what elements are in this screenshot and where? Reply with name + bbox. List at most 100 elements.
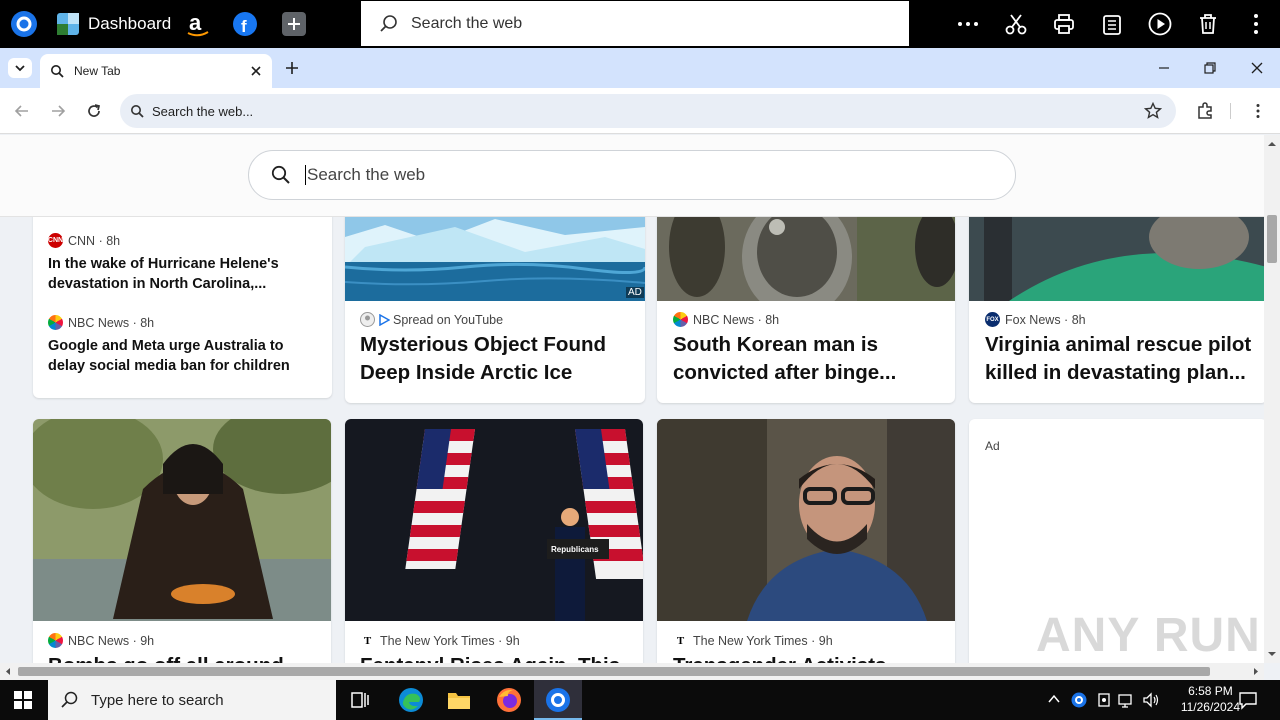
news-card-korea[interactable]: NBC News · 8h South Korean man is convic… [657,217,955,403]
plus-icon [286,62,298,74]
play-triangle-icon [379,313,390,326]
tab-title: New Tab [74,64,121,78]
taskbar-active-app[interactable] [534,680,582,720]
tab-new-tab[interactable]: New Tab [40,54,272,88]
svg-text:f: f [241,17,247,36]
print-icon[interactable] [1052,12,1076,36]
close-window-button[interactable] [1247,58,1267,78]
app-icon[interactable] [10,8,38,40]
source-line: NBC News · 8h [673,312,945,327]
search-icon [380,14,397,32]
headline: Bombs go off all around [48,652,318,663]
tab-search-button[interactable] [8,58,32,78]
scroll-down-icon[interactable] [1264,649,1280,659]
headline: Fentanyl Rises Again. This [360,652,632,663]
separator-dot: · [129,633,141,648]
tray-volume-icon[interactable] [1142,692,1160,713]
horizontal-scroll-thumb[interactable] [18,667,1210,676]
nyt-logo-icon: T [360,633,375,648]
play-icon[interactable] [1148,12,1172,36]
browser-menu-button[interactable] [1247,100,1269,122]
minimize-button[interactable] [1154,58,1174,78]
amazon-icon[interactable]: a [186,8,210,40]
source-line: T The New York Times · 9h [673,633,945,648]
arctic-ice-image [345,217,645,301]
vertical-scrollbar[interactable] [1264,135,1280,663]
fox-news-logo-icon: FOX [985,312,1000,327]
dashboard-button[interactable]: Dashboard [56,8,171,40]
soldiers-image [657,217,955,301]
separator-dot: · [95,233,107,248]
scroll-up-icon[interactable] [1264,139,1280,149]
news-card-fentanyl[interactable]: Republicans T The New York Times · 9h Fe… [345,419,643,663]
trash-icon[interactable] [1196,12,1220,36]
page-search-placeholder: Search the web [305,165,426,185]
clipboard-icon[interactable] [1100,12,1124,36]
reload-button[interactable] [83,100,105,122]
windows-taskbar: Type here to search 6:58 PM 11/26/2024 [0,680,1280,720]
source-name: The New York Times [693,633,808,648]
sponsor-avatar-icon [360,312,375,327]
card-body: NBC News · 8h South Korean man is convic… [673,312,945,387]
more-icon[interactable] [956,12,980,36]
nbc-peacock-icon [48,633,63,648]
news-card-transgender[interactable]: T The New York Times · 9h Transgender Ac… [657,419,955,663]
back-button[interactable] [11,100,33,122]
source-name: NBC News [693,312,755,327]
clock[interactable]: 6:58 PM 11/26/2024 [1181,683,1240,715]
file-explorer-icon[interactable] [447,688,471,717]
horizontal-scrollbar[interactable] [0,663,1264,680]
extensions-button[interactable] [1194,100,1216,122]
ad-badge: AD [626,287,644,298]
task-view-icon[interactable] [350,690,370,715]
card-body: T The New York Times · 9h Fentanyl Rises… [360,633,632,663]
source-line: NBC News · 8h [48,315,318,330]
restore-button[interactable] [1200,58,1220,78]
notification-center-icon[interactable] [1238,690,1258,715]
forward-button[interactable] [47,100,69,122]
vertical-scroll-thumb[interactable] [1267,215,1277,263]
navigation-bar: Search the web... [0,88,1280,134]
news-card-arctic[interactable]: AD Spread on YouTube Mysterious Object F… [345,217,645,403]
new-tab-button[interactable] [282,58,302,78]
bookmark-star-icon[interactable] [1144,102,1162,120]
news-item-nbc[interactable]: NBC News · 8h Google and Meta urge Austr… [48,315,318,376]
tray-app-icon[interactable] [1071,692,1087,713]
ad-label: Ad [985,439,1000,453]
speaker-flags-image: Republicans [345,419,643,621]
tray-chevron-up-icon[interactable] [1047,692,1061,711]
address-bar[interactable]: Search the web... [120,94,1176,128]
man-portrait-image [657,419,955,621]
taskbar-search-box[interactable]: Type here to search [48,680,336,720]
toolbar-divider [1230,103,1231,119]
kebab-menu-icon [1256,104,1260,118]
scroll-right-icon[interactable] [1251,663,1261,680]
news-card-virginia[interactable]: FOX Fox News · 8h Virginia animal rescue… [969,217,1264,403]
launcher-search-input[interactable]: Search the web [360,0,910,47]
clock-date: 11/26/2024 [1180,700,1240,714]
start-button[interactable] [14,691,32,709]
edge-icon[interactable] [398,687,424,718]
separator-dot: · [494,633,506,648]
headline: Virginia animal rescue pilot killed in d… [985,333,1252,384]
scroll-left-icon[interactable] [3,663,13,680]
tab-strip: New Tab [0,48,1280,88]
cut-icon[interactable] [1004,12,1028,36]
arrow-right-icon [52,105,66,117]
tray-network-icon[interactable] [1118,692,1136,713]
page-search-input[interactable]: Search the web [248,150,1016,200]
menu-icon[interactable] [1244,12,1268,36]
headline: In the wake of Hurricane Helene's devast… [48,256,279,292]
news-card-bombs[interactable]: NBC News · 9h Bombs go off all around [33,419,331,663]
separator-dot: · [1060,312,1072,327]
news-item-cnn[interactable]: CNN CNN · 8h In the wake of Hurricane He… [48,233,318,294]
nbc-peacock-icon [48,315,63,330]
add-shortcut-button[interactable] [282,8,306,40]
watermark-logo: ANY RUN [1036,609,1261,662]
firefox-icon[interactable] [496,687,522,718]
facebook-icon[interactable]: f [233,8,257,40]
source-line: T The New York Times · 9h [360,633,632,648]
tray-network-activity-icon[interactable] [1096,692,1112,713]
close-tab-icon[interactable] [250,65,262,77]
rescue-pilot-image [969,217,1264,301]
